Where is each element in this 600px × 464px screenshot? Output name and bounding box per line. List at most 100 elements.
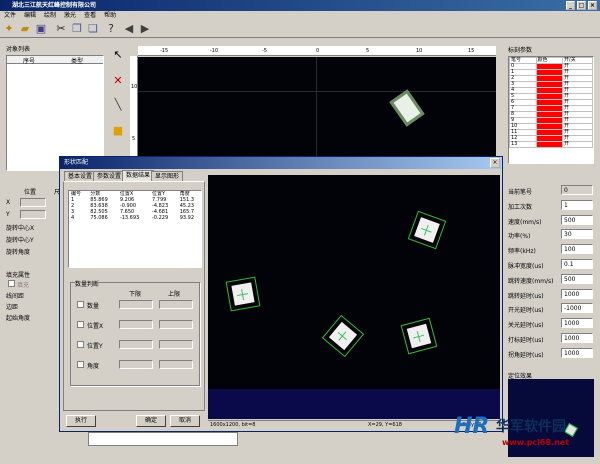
menu-edit[interactable]: 编辑 [24,12,36,19]
fill-checkbox[interactable] [8,280,15,287]
tab-results[interactable]: 数据结果 [122,170,155,181]
param-label: 功率(%) [508,233,531,241]
param-value[interactable]: 0.1 [561,259,593,269]
pen-color [535,141,564,148]
menu-file[interactable]: 文件 [4,12,16,19]
results-table[interactable]: 编号 分数 位置X 位置Y 角度 1 85.869 9.206 7.799 151.3 2 83.6… [68,190,202,268]
judge-min-field[interactable] [119,340,153,349]
param-label: 打标延时(us) [508,337,544,344]
param-value[interactable]: 100 [561,244,593,255]
select-icon[interactable]: ↖ [111,48,125,62]
match-target-1 [225,276,261,312]
judge-label: 角度 [87,363,100,370]
label-margin: 边距 [6,304,19,311]
result-row[interactable]: 4 75.086 -13.693 -0.229 93.92 [69,215,201,221]
match-target-2 [407,210,447,250]
x-field[interactable] [20,198,46,207]
paste-icon[interactable]: ❏ [86,22,100,36]
judge-checkbox[interactable] [77,341,84,348]
count-judge-group: 数量判断 下限 上限 数量 位置X 位置Y 角度 [70,279,200,386]
watermark-url: www.pcl68.net [502,438,570,447]
dialog-title-bar: 形状匹配 × [60,157,502,169]
close-button[interactable]: × [588,1,597,10]
judge-min-header: 下限 [129,291,142,298]
judge-max-field[interactable] [159,300,193,309]
cut-icon[interactable]: ✂ [54,22,68,36]
ruler-x-3: 0 [316,48,320,54]
param-label: 速度(mm/s) [508,218,542,226]
exec-button[interactable]: 执行 [66,415,96,427]
minimize-button[interactable]: _ [566,1,575,10]
delete-icon[interactable]: ✕ [111,74,125,88]
param-value[interactable]: 0 [561,185,593,195]
param-value[interactable]: 1000 [561,318,593,329]
new-icon[interactable]: ✦ [2,22,16,36]
y-field[interactable] [20,210,46,219]
shape-match-dialog: 形状匹配 × 基本设置 参数设置 数据结果 显示图形 编号 分数 位置X 位置Y 角度 … [59,156,503,432]
menu-view[interactable]: 查看 [84,12,96,19]
watermark-logo: HR [454,414,490,439]
save-icon[interactable]: ▣ [34,22,48,36]
judge-checkbox[interactable] [77,321,84,328]
judge-max-field[interactable] [159,320,193,329]
judge-min-field[interactable] [119,360,153,369]
param-value[interactable]: -1000 [561,303,593,314]
param-value[interactable]: 1000 [561,288,593,299]
menu-draw[interactable]: 绘制 [44,12,56,19]
maximize-button[interactable]: □ [577,1,586,10]
dialog-title: 形状匹配 [64,159,89,166]
rect-tool-icon[interactable]: ■ [111,124,125,138]
open-icon[interactable]: ▰ [18,22,32,36]
judge-max-field[interactable] [159,340,193,349]
judge-checkbox[interactable] [77,361,84,368]
result-cell: -0.229 [152,215,169,221]
ruler-x-1: -10 [210,48,219,54]
judge-min-field[interactable] [119,320,153,329]
param-value[interactable]: 1000 [561,347,593,358]
object-list[interactable]: 序号 类型 [6,55,104,171]
label-center-x: 旋转中心X [6,225,35,232]
help-icon[interactable]: ? [104,22,118,36]
line-tool-icon[interactable]: ╲ [111,98,125,112]
canvas[interactable] [138,57,496,157]
menu-bar: 文件 编辑 绘制 激光 查看 帮助 [0,11,600,20]
fill-check-label: 填充 [17,282,30,289]
dialog-close-button[interactable]: × [490,158,500,168]
tab-params[interactable]: 参数设置 [93,171,126,181]
menu-help[interactable]: 帮助 [104,12,116,19]
ruler-y-1: 5 [132,136,136,142]
copy-icon[interactable]: ❐ [70,22,84,36]
tab-display[interactable]: 显示图形 [151,171,184,181]
judge-label: 数量 [87,303,100,310]
ok-button[interactable]: 确定 [136,415,166,427]
param-value[interactable]: 1 [561,199,593,210]
canvas-chip-image[interactable] [389,89,425,127]
param-value[interactable]: 1000 [561,333,593,343]
match-target-3 [321,314,365,358]
param-label: 当前笔号 [508,189,533,196]
pen-row[interactable]: 13 开 [509,141,593,148]
pen-table[interactable]: 笔号 颜色 开/关 0 开 1 开 2 开 3 开 4 开 5 开 6 开 7 开 8 开 9 开 10 开 11 开 12 开 13 开 [508,56,594,164]
back-icon[interactable]: ◀ [122,22,136,36]
status-resolution: 1600x1200, bit=8 [210,422,256,428]
ruler-y-0: 10 [131,84,138,90]
label-line-spacing: 线间距 [6,293,25,300]
judge-min-field[interactable] [119,300,153,309]
cancel-button[interactable]: 取消 [170,415,200,427]
judge-label: 位置X [87,323,104,330]
param-value[interactable]: 500 [561,214,593,225]
param-value[interactable]: 500 [561,273,593,284]
ruler-x-4: 5 [366,48,370,54]
judge-max-field[interactable] [159,360,193,369]
menu-laser[interactable]: 激光 [64,12,76,19]
property-panel: 位置 尺 X Y 旋转中心X 旋转中心Y 旋转角度 填充属性 填充 线间距 边距… [2,183,60,333]
param-label: 脉冲宽度(us) [508,263,544,270]
judge-label: 位置Y [87,343,103,350]
match-image-view[interactable] [208,175,500,419]
tab-basic[interactable]: 基本设置 [64,171,97,181]
tab-content: 编号 分数 位置X 位置Y 角度 1 85.869 9.206 7.799 151.3 2 83.6… [63,181,205,411]
forward-icon[interactable]: ▶ [138,22,152,36]
param-label: 跳转速度(mm/s) [508,277,554,285]
judge-checkbox[interactable] [77,301,84,308]
param-value[interactable]: 30 [561,229,593,240]
